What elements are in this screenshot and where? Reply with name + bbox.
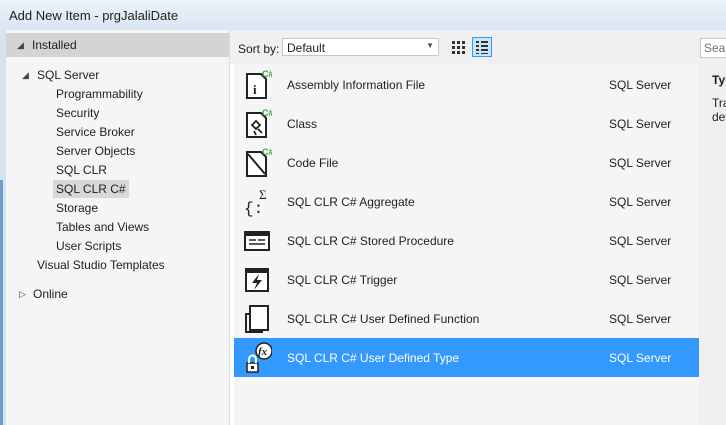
template-item-assembly-info[interactable]: C# i Assembly Information File SQL Serve… (234, 65, 699, 104)
template-name: Code File (287, 156, 339, 170)
sort-by-label: Sort by: (238, 42, 280, 56)
dropdown-arrow-icon: ▼ (426, 41, 434, 50)
tree-item-visual-studio-templates[interactable]: Visual Studio Templates (37, 258, 165, 272)
template-tree-pane: ◢ Installed ◢ SQL Server Programmability… (6, 30, 230, 425)
template-category: SQL Server (609, 117, 672, 131)
list-view-icon (476, 41, 488, 54)
template-name: SQL CLR C# User Defined Function (287, 312, 480, 326)
template-item-user-defined-function[interactable]: SQL CLR C# User Defined Function SQL Ser… (234, 299, 699, 338)
tree-item-service-broker[interactable]: Service Broker (56, 125, 135, 139)
svg-text:{:: {: (244, 200, 263, 218)
template-name: SQL CLR C# Stored Procedure (287, 234, 454, 248)
sort-by-dropdown[interactable]: Default ▼ (282, 38, 439, 56)
aggregate-icon: {: Σ (244, 187, 267, 218)
template-item-code-file[interactable]: C# Code File SQL Server (234, 143, 699, 182)
collapse-triangle-icon: ◢ (17, 40, 24, 50)
template-item-trigger[interactable]: SQL CLR C# Trigger SQL Server (234, 260, 699, 299)
template-category: SQL Server (609, 273, 672, 287)
template-category: SQL Server (609, 312, 672, 326)
tree-item-server-objects[interactable]: Server Objects (56, 144, 135, 158)
template-name: SQL CLR C# Trigger (287, 273, 398, 287)
template-category: SQL Server (609, 234, 672, 248)
svg-text:C#: C# (262, 147, 272, 157)
tree-item-online[interactable]: ▷ Online (19, 287, 68, 301)
tree-item-security[interactable]: Security (56, 106, 99, 120)
template-name: Class (287, 117, 318, 131)
template-name: SQL CLR C# Aggregate (287, 195, 415, 209)
medium-icons-view-button[interactable] (448, 37, 468, 57)
template-item-class[interactable]: C# Class SQL Server (234, 104, 699, 143)
template-item-aggregate[interactable]: {: Σ SQL CLR C# Aggregate SQL Server (234, 182, 699, 221)
tree-item-sql-clr-csharp[interactable]: SQL CLR C# (53, 180, 129, 198)
template-list: C# i Assembly Information File SQL Serve… (234, 64, 699, 425)
assembly-info-icon: C# i (246, 69, 272, 99)
details-pane: Type: Tra def (699, 30, 726, 425)
search-input[interactable] (701, 39, 726, 57)
type-description: Tra def (712, 96, 726, 124)
tree-item-storage[interactable]: Storage (56, 201, 98, 215)
search-box[interactable] (700, 38, 726, 58)
template-name: Assembly Information File (287, 78, 426, 92)
user-defined-function-icon (245, 305, 269, 333)
type-heading: Type: (712, 73, 726, 87)
sort-toolbar: Sort by: Default ▼ (230, 30, 702, 64)
template-item-user-defined-type[interactable]: fx SQL CLR C# User Defined Type SQL Serv… (234, 338, 699, 377)
svg-text:C#: C# (262, 108, 272, 118)
tree-item-tables-and-views[interactable]: Tables and Views (56, 220, 149, 234)
tree-item-user-scripts[interactable]: User Scripts (56, 239, 121, 253)
svg-text:Σ: Σ (259, 187, 267, 202)
template-category: SQL Server (609, 351, 672, 365)
expanded-triangle-icon: ◢ (22, 70, 29, 80)
tree-item-programmability[interactable]: Programmability (56, 87, 143, 101)
tree-item-sql-server[interactable]: ◢ SQL Server (22, 68, 99, 82)
svg-text:i: i (253, 82, 257, 97)
grid-view-icon (452, 41, 465, 54)
template-category: SQL Server (609, 78, 672, 92)
user-defined-type-icon: fx (246, 342, 272, 373)
template-category: SQL Server (609, 156, 672, 170)
template-item-stored-procedure[interactable]: SQL CLR C# Stored Procedure SQL Server (234, 221, 699, 260)
installed-header[interactable]: ◢ Installed (6, 33, 229, 57)
trigger-icon (245, 268, 269, 292)
svg-text:C#: C# (262, 69, 272, 79)
window-title: Add New Item - prgJalaliDate (9, 8, 179, 23)
tree-item-sql-clr[interactable]: SQL CLR (56, 163, 107, 177)
code-file-icon: C# (246, 147, 272, 177)
title-bar: Add New Item - prgJalaliDate (0, 0, 726, 31)
class-icon: C# (246, 108, 272, 138)
collapsed-triangle-icon: ▷ (19, 289, 26, 299)
template-name: SQL CLR C# User Defined Type (287, 351, 460, 365)
template-category: SQL Server (609, 195, 672, 209)
stored-procedure-icon (244, 231, 270, 251)
list-view-button[interactable] (472, 37, 492, 57)
svg-text:fx: fx (258, 346, 268, 358)
installed-label: Installed (32, 38, 77, 52)
